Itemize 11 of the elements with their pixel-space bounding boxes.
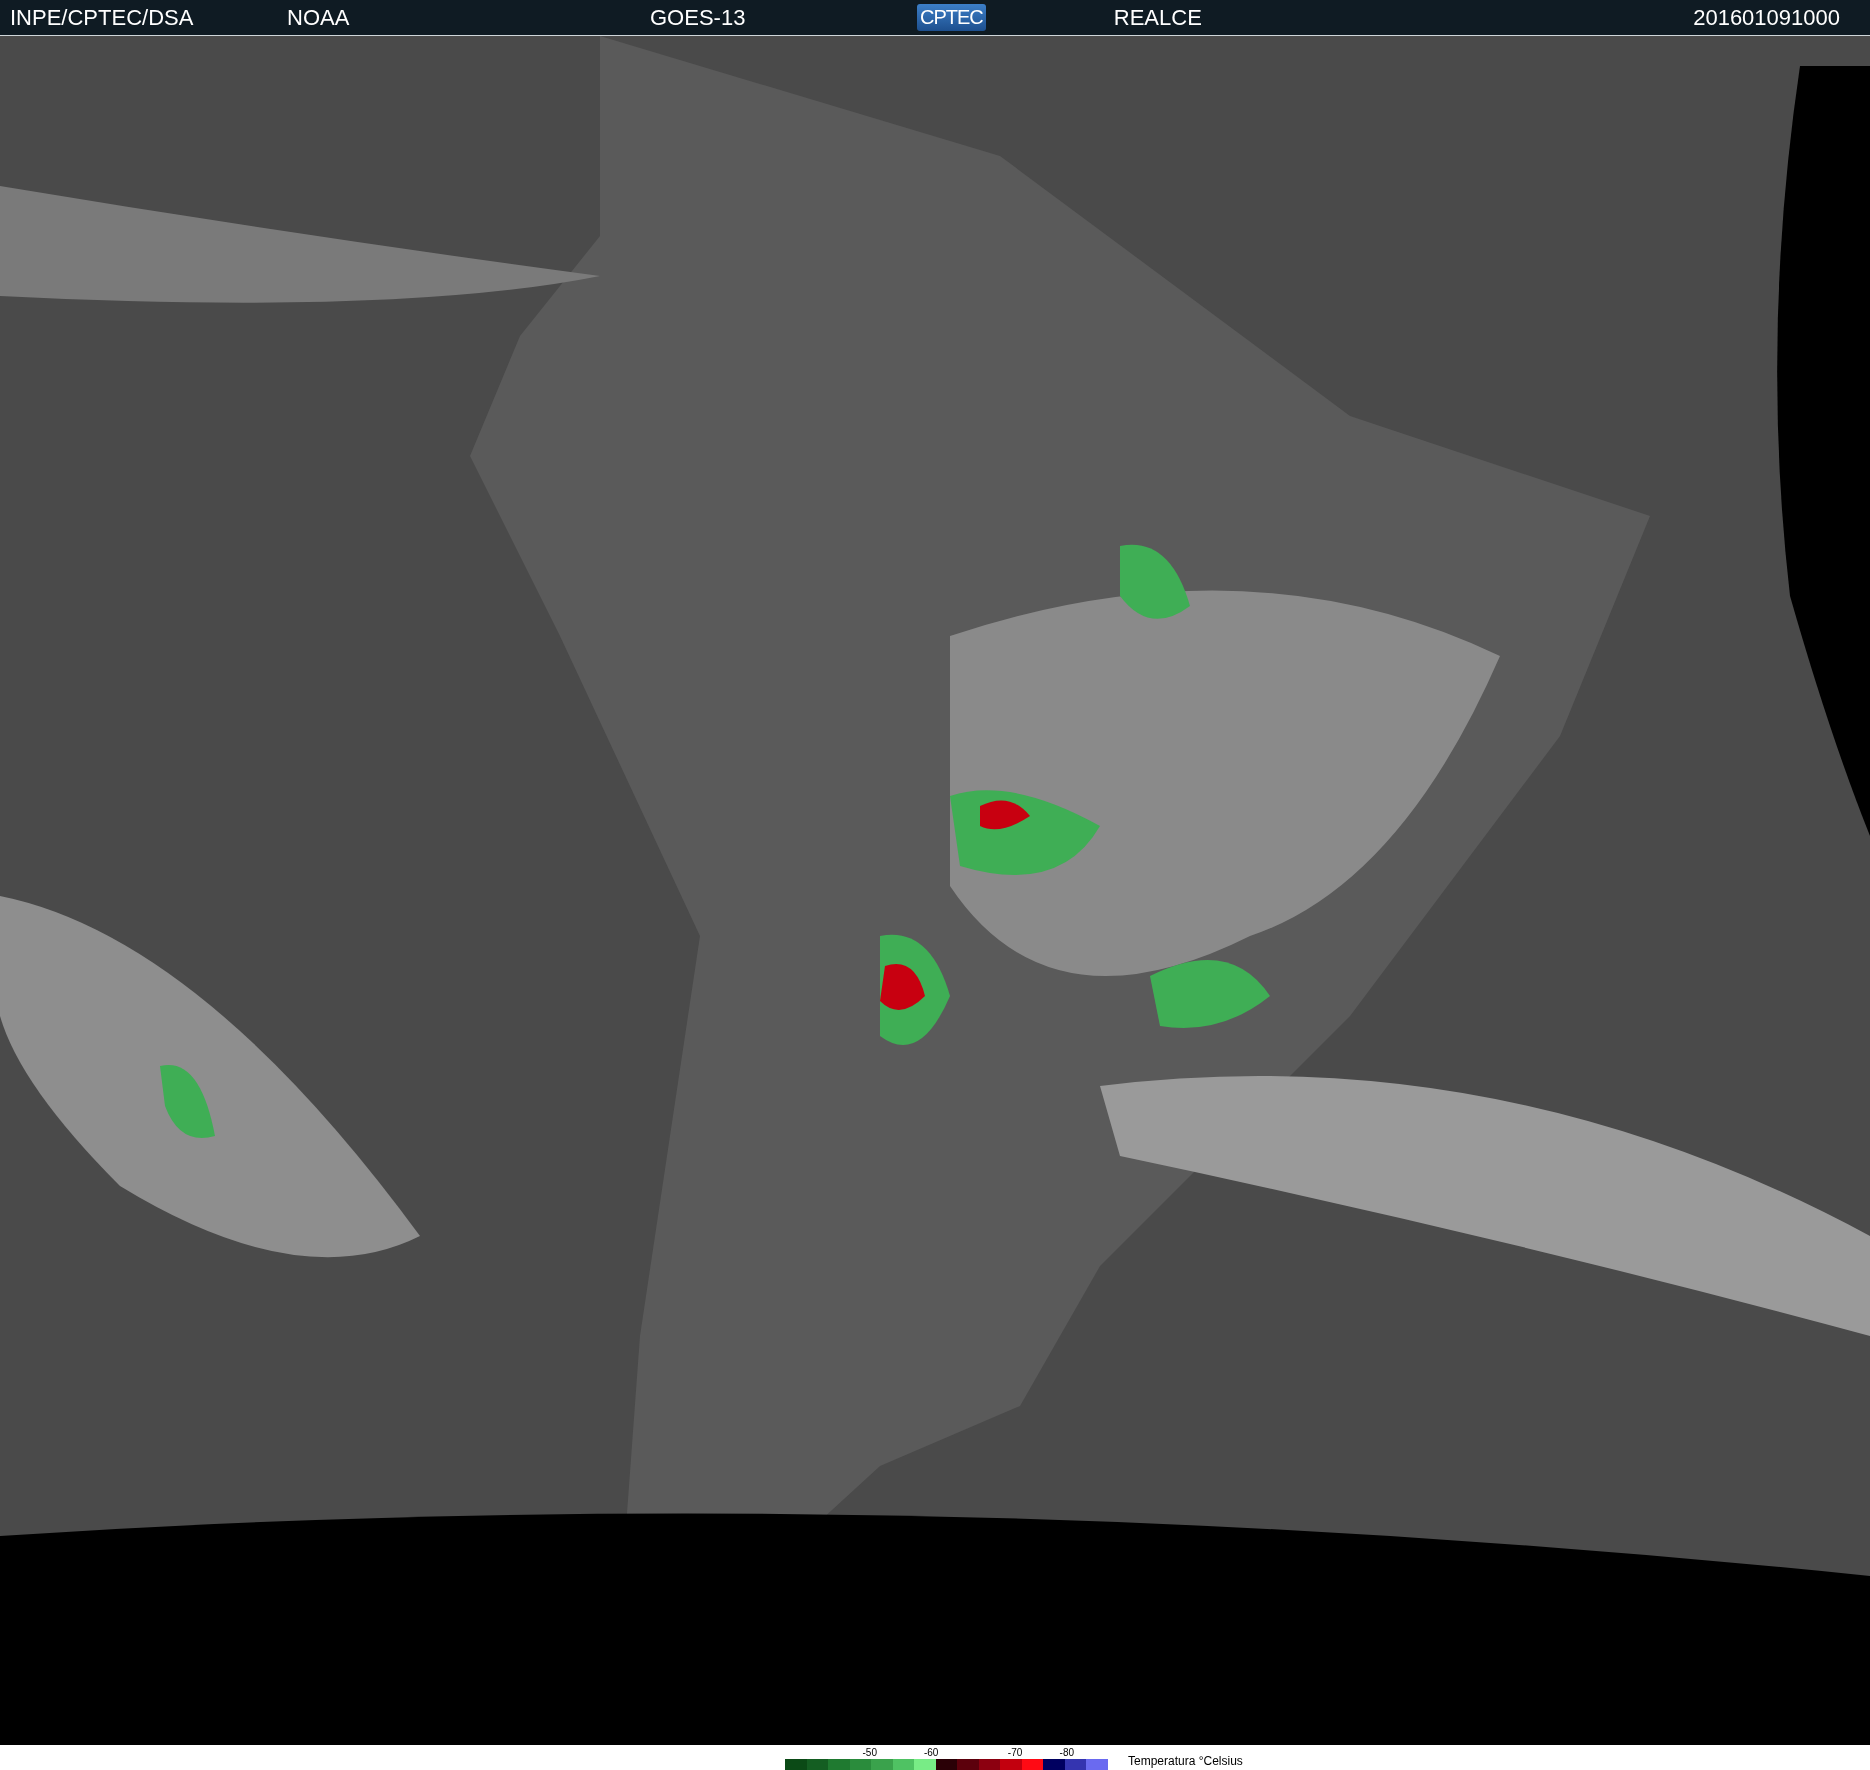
source-label: INPE/CPTEC/DSA xyxy=(10,4,195,31)
legend-title: Temperatura °Celsius xyxy=(1128,1754,1243,1768)
legend-tick: -50 xyxy=(862,1747,877,1758)
legend-tick: -60 xyxy=(923,1747,939,1758)
product-label: REALCE xyxy=(1113,4,1202,31)
satellite-label: GOES-13 xyxy=(650,4,747,31)
timestamp-label: 201601091000 xyxy=(1693,4,1840,31)
agency-label: NOAA xyxy=(287,4,351,31)
legend-tick: -80 xyxy=(1059,1747,1074,1758)
logo-badge: CPTEC xyxy=(917,4,986,31)
legend-tick: -70 xyxy=(1007,1747,1023,1758)
